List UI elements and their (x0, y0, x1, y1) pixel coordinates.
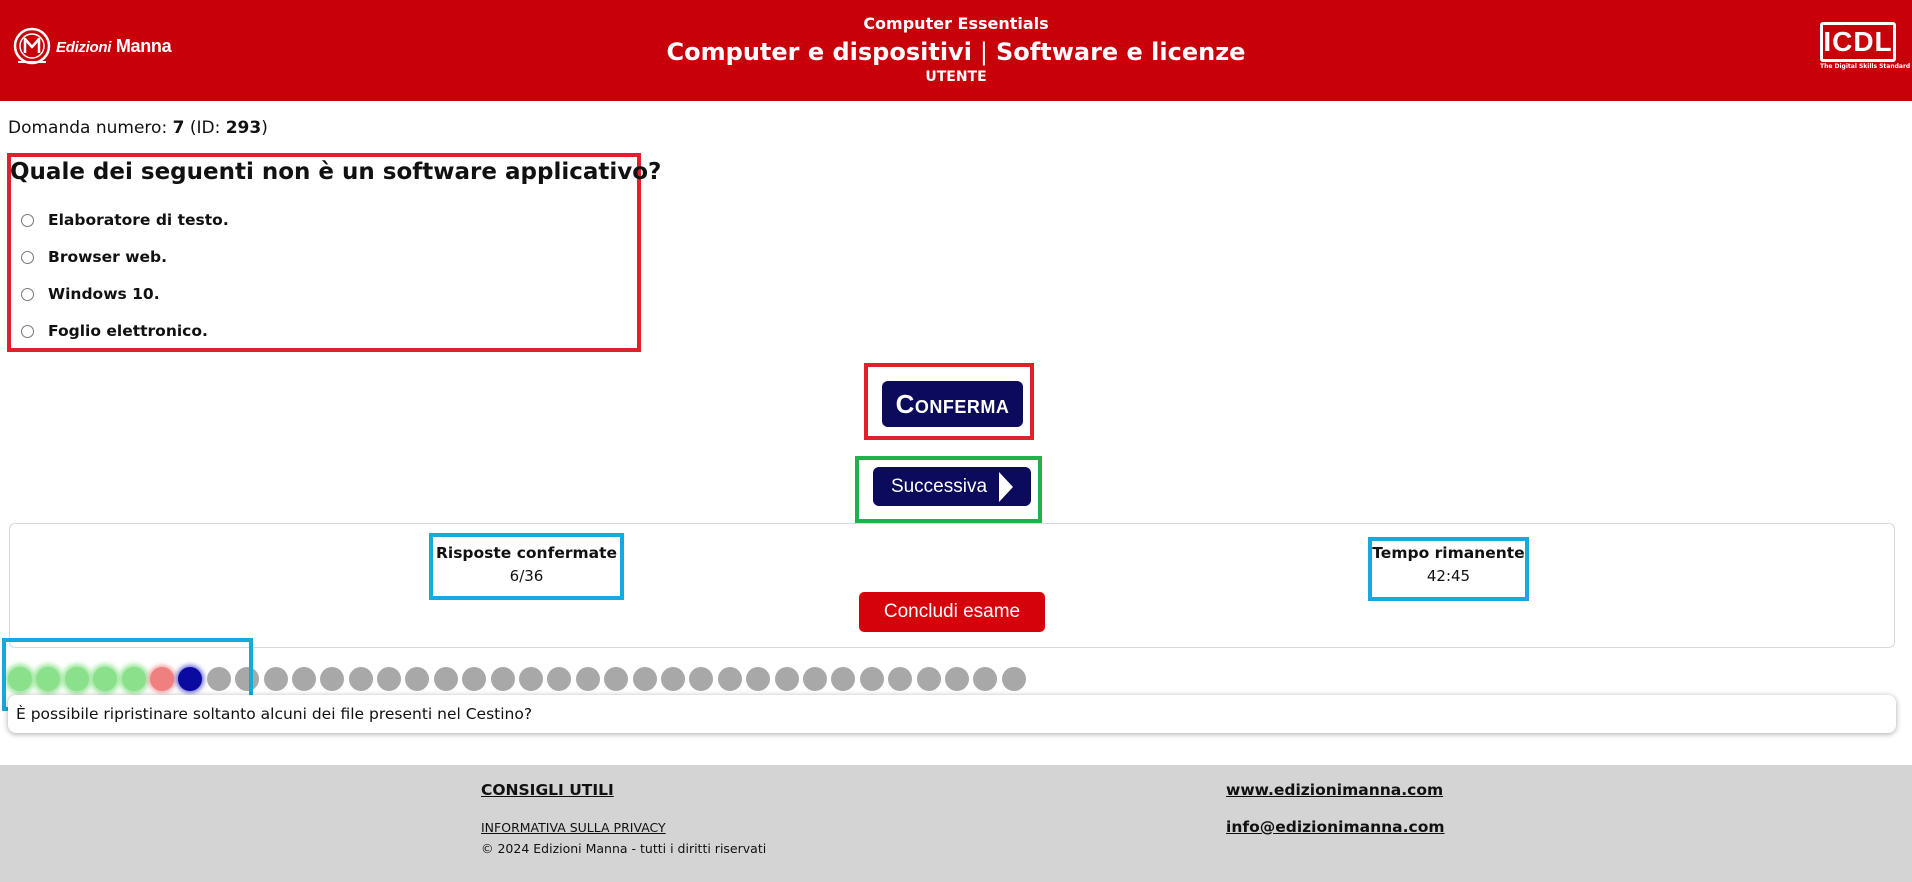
confirmed-answers-value: 6/36 (509, 567, 544, 585)
question-number: Domanda numero: 7 (ID: 293) (8, 117, 268, 139)
question-dot-28[interactable] (774, 667, 799, 691)
course-name: Computer Essentials (863, 14, 1049, 33)
module-title-part2: Software e licenze (996, 38, 1246, 66)
copyright-text: © 2024 Edizioni Manna - tutti i diritti … (481, 841, 767, 856)
question-dot-20[interactable] (547, 667, 572, 691)
useful-tips-link[interactable]: CONSIGLI UTILI (481, 781, 614, 799)
confirmed-answers-label: Risposte confermate (435, 544, 618, 562)
radio-button[interactable] (21, 324, 34, 338)
question-dot-33[interactable] (916, 667, 941, 691)
question-dot-16[interactable] (433, 667, 458, 691)
question-dot-29[interactable] (802, 667, 827, 691)
question-text: Quale dei seguenti non è un software app… (10, 159, 662, 185)
question-dot-21[interactable] (575, 667, 600, 691)
question-number-label: Domanda numero: (8, 118, 168, 138)
question-preview-tooltip: È possibile ripristinare soltanto alcuni… (8, 695, 1896, 733)
question-dot-15[interactable] (405, 667, 430, 691)
website-link[interactable]: www.edizionimanna.com (1226, 781, 1443, 799)
question-dot-27[interactable] (746, 667, 771, 691)
end-exam-button[interactable]: Concludi esame (859, 592, 1045, 632)
page-footer: CONSIGLI UTILI INFORMATIVA SULLA PRIVACY… (0, 765, 1912, 882)
confirm-button-label: Conferma (895, 389, 1010, 419)
question-dot-14[interactable] (377, 667, 402, 691)
question-id-close: ) (261, 118, 268, 138)
question-dot-18[interactable] (490, 667, 515, 691)
question-dot-35[interactable] (973, 667, 998, 691)
remaining-time-value: 42:45 (1426, 567, 1471, 585)
question-dot-22[interactable] (604, 667, 629, 691)
question-dot-34[interactable] (944, 667, 969, 691)
play-arrow-icon (999, 471, 1014, 502)
question-dot-11[interactable] (291, 667, 316, 691)
email-link[interactable]: info@edizionimanna.com (1226, 818, 1445, 836)
remaining-time: Tempo rimanente 42:45 (1372, 542, 1525, 588)
answer-option-label: Foglio elettronico. (48, 322, 208, 340)
question-dot-31[interactable] (859, 667, 884, 691)
answer-option-label: Windows 10. (48, 285, 160, 303)
question-dot-12[interactable] (320, 667, 345, 691)
icdl-tagline: The Digital Skills Standard (1820, 63, 1911, 70)
question-dot-26[interactable] (717, 667, 742, 691)
question-dot-24[interactable] (660, 667, 685, 691)
next-button[interactable]: Successiva (873, 467, 1031, 506)
question-dot-36[interactable] (1001, 667, 1026, 691)
answer-option-3[interactable]: Windows 10. (21, 282, 160, 306)
answer-option-1[interactable]: Elaboratore di testo. (21, 208, 229, 232)
question-dot-17[interactable] (462, 667, 487, 691)
icdl-logo: ICDL The Digital Skills Standard (1820, 22, 1911, 74)
question-dot-13[interactable] (348, 667, 373, 691)
module-title: Computer e dispositivi | Software e licenz… (0, 36, 1912, 68)
question-dot-23[interactable] (632, 667, 657, 691)
question-number-value: 7 (172, 118, 185, 138)
radio-button[interactable] (21, 213, 34, 227)
question-dot-25[interactable] (689, 667, 714, 691)
remaining-time-label: Tempo rimanente (1372, 544, 1525, 562)
privacy-policy-link[interactable]: INFORMATIVA SULLA PRIVACY (481, 820, 666, 835)
confirmed-answers: Risposte confermate 6/36 (433, 542, 620, 588)
question-dot-10[interactable] (263, 667, 288, 691)
question-dot-32[interactable] (888, 667, 913, 691)
question-dot-19[interactable] (519, 667, 544, 691)
next-button-label: Successiva (890, 475, 988, 497)
confirm-button[interactable]: Conferma (882, 381, 1023, 427)
page-header: Edizioni Manna Computer Essentials Compu… (0, 0, 1912, 101)
answer-option-4[interactable]: Foglio elettronico. (21, 319, 208, 343)
title-separator: | (979, 38, 989, 66)
radio-button[interactable] (21, 287, 34, 301)
question-id-open: (ID: (189, 118, 221, 138)
user-level: UTENTE (925, 69, 987, 85)
answer-option-label: Elaboratore di testo. (48, 211, 229, 229)
course-heading: Computer Essentials Computer e dispositi… (0, 14, 1912, 86)
answer-option-label: Browser web. (48, 248, 168, 266)
question-id-value: 293 (225, 118, 262, 138)
icdl-logo-text: ICDL (1820, 22, 1896, 62)
module-title-part1: Computer e dispositivi (666, 38, 972, 66)
question-dot-30[interactable] (831, 667, 856, 691)
answer-option-2[interactable]: Browser web. (21, 245, 167, 269)
radio-button[interactable] (21, 250, 34, 264)
